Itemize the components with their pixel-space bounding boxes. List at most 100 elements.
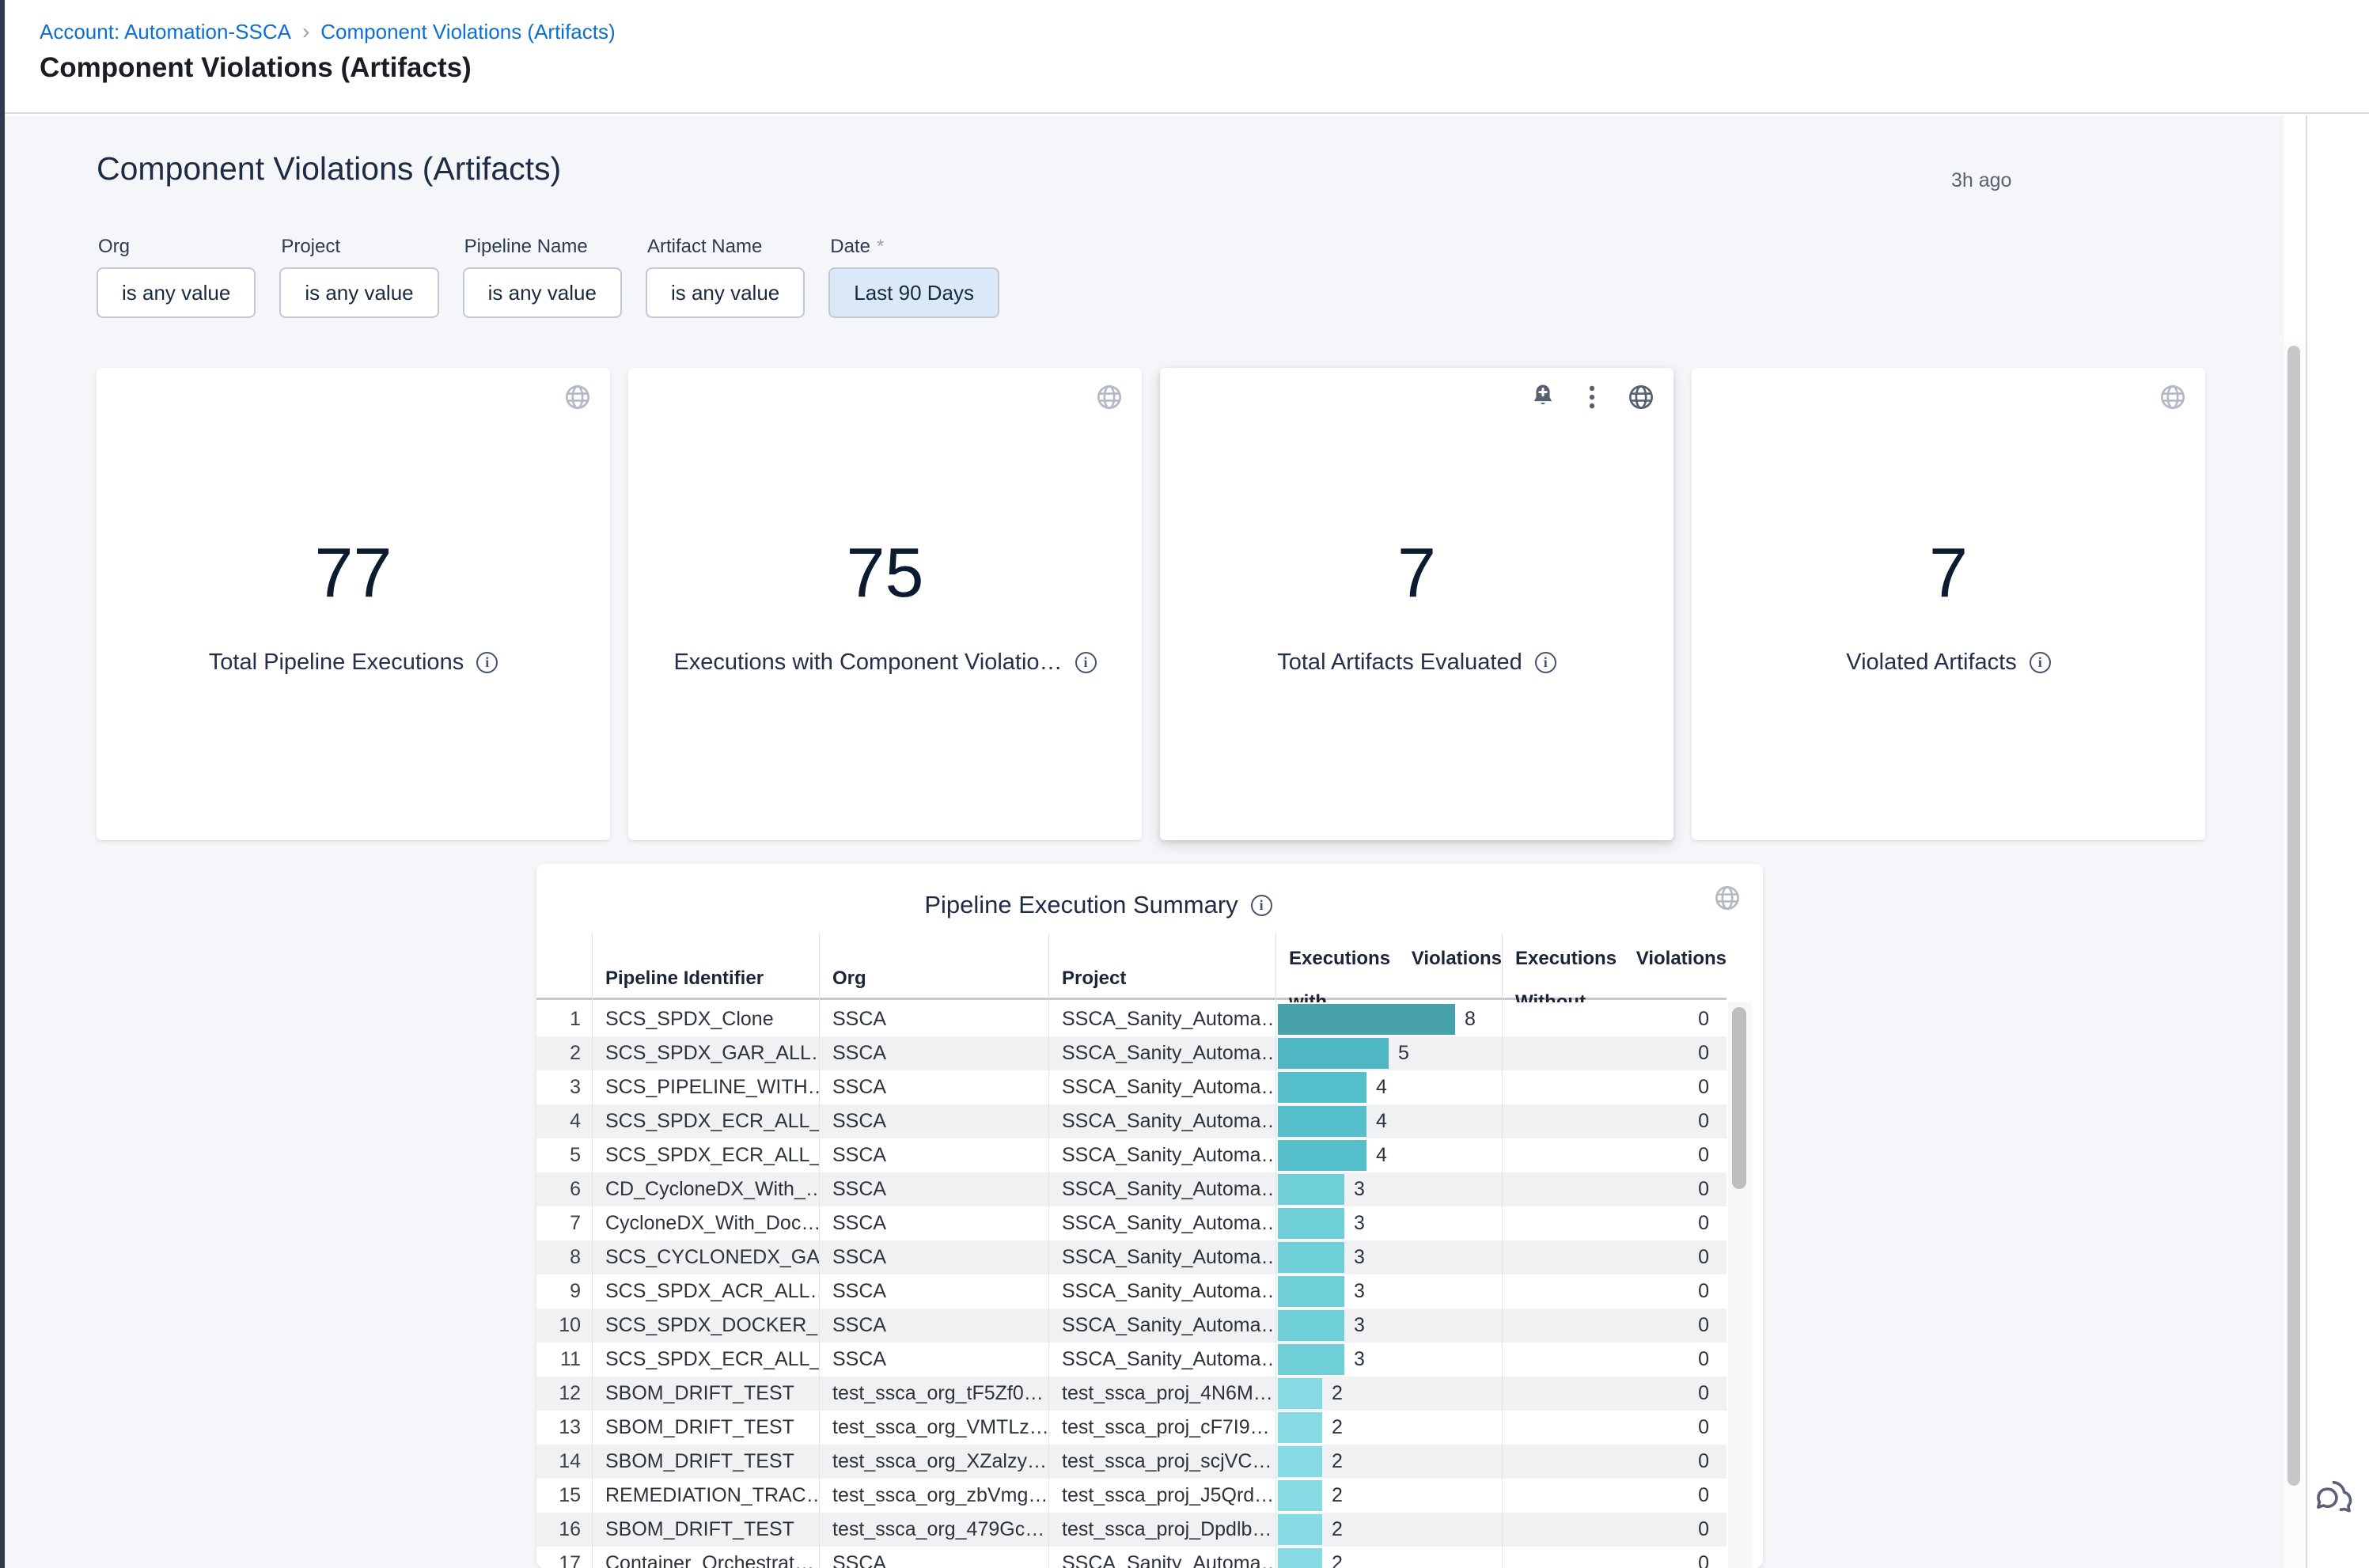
table-row[interactable]: 4SCS_SPDX_ECR_ALL_…SSCASSCA_Sanity_Autom… xyxy=(536,1104,1727,1138)
table-row[interactable]: 6CD_CycloneDX_With_…SSCASSCA_Sanity_Auto… xyxy=(536,1172,1727,1206)
cell-rank: 9 xyxy=(546,1274,592,1309)
table-scrollbar-thumb[interactable] xyxy=(1732,1007,1746,1189)
cell-pipeline-identifier: SCS_SPDX_ECR_ALL_… xyxy=(592,1138,819,1172)
filter-value-button[interactable]: is any value xyxy=(97,267,256,318)
violations-bar-value: 4 xyxy=(1376,1076,1387,1099)
cell-org: test_ssca_org_tF5Zf0… xyxy=(819,1377,1048,1411)
table-row[interactable]: 9SCS_SPDX_ACR_ALL…SSCASSCA_Sanity_Automa… xyxy=(536,1274,1727,1309)
cell-rank: 3 xyxy=(546,1070,592,1104)
breadcrumb-page-link[interactable]: Component Violations (Artifacts) xyxy=(320,20,615,44)
table-row[interactable]: 15REMEDIATION_TRAC…test_ssca_org_zbVmg…t… xyxy=(536,1479,1727,1513)
filter-label: Project xyxy=(281,236,438,258)
cell-executions-with-violations: 3 xyxy=(1275,1309,1502,1343)
filter-bar: Orgis any valueProjectis any valuePipeli… xyxy=(97,236,999,318)
cell-executions-without-violations: 0 xyxy=(1502,1445,1727,1479)
table-row[interactable]: 5SCS_SPDX_ECR_ALL_…SSCASSCA_Sanity_Autom… xyxy=(536,1138,1727,1172)
info-icon[interactable] xyxy=(1535,652,1556,673)
bell-plus-icon[interactable] xyxy=(1528,382,1558,412)
violations-bar-value: 8 xyxy=(1465,1008,1476,1031)
stat-tile: 7Violated Artifacts xyxy=(1692,368,2205,840)
kebab-icon[interactable] xyxy=(1577,382,1607,412)
globe-icon[interactable] xyxy=(1626,382,1656,412)
filter-value-button[interactable]: Last 90 Days xyxy=(828,267,999,318)
cell-project: SSCA_Sanity_Automa… xyxy=(1048,1002,1275,1036)
table-row[interactable]: 14SBOM_DRIFT_TESTtest_ssca_org_XZalzy…te… xyxy=(536,1445,1727,1479)
filter-pipeline-name: Pipeline Nameis any value xyxy=(463,236,622,318)
tile-label-row: Violated Artifacts xyxy=(1846,650,2050,676)
globe-icon[interactable] xyxy=(563,382,593,412)
cell-executions-with-violations: 4 xyxy=(1275,1070,1502,1104)
cell-org: SSCA xyxy=(819,1138,1048,1172)
cell-rank: 14 xyxy=(546,1445,592,1479)
cell-org: SSCA xyxy=(819,1309,1048,1343)
tile-corner-icons xyxy=(2158,382,2188,412)
tile-label: Total Artifacts Evaluated xyxy=(1277,650,1522,676)
table-row[interactable]: 8SCS_CYCLONEDX_GA…SSCASSCA_Sanity_Automa… xyxy=(536,1240,1727,1274)
filter-value-button[interactable]: is any value xyxy=(463,267,622,318)
cell-org: test_ssca_org_VMTLz… xyxy=(819,1411,1048,1445)
violations-bar-value: 5 xyxy=(1398,1042,1409,1065)
info-icon[interactable] xyxy=(1251,895,1272,916)
cell-project: test_ssca_proj_cF7I9… xyxy=(1048,1411,1275,1445)
cell-project: test_ssca_proj_4N6M… xyxy=(1048,1377,1275,1411)
dashboard-scrollbar-thumb[interactable] xyxy=(2288,346,2300,1486)
cell-project: test_ssca_proj_Dpdlb… xyxy=(1048,1513,1275,1547)
cell-project: test_ssca_proj_scjVC… xyxy=(1048,1445,1275,1479)
cell-project: SSCA_Sanity_Automa… xyxy=(1048,1104,1275,1138)
violations-bar-value: 3 xyxy=(1354,1348,1365,1371)
cell-project: SSCA_Sanity_Automa… xyxy=(1048,1240,1275,1274)
table-row[interactable]: 13SBOM_DRIFT_TESTtest_ssca_org_VMTLz…tes… xyxy=(536,1411,1727,1445)
violations-bar xyxy=(1278,1242,1344,1273)
table-row[interactable]: 7CycloneDX_With_Doc…SSCASSCA_Sanity_Auto… xyxy=(536,1206,1727,1240)
cell-project: SSCA_Sanity_Automa… xyxy=(1048,1036,1275,1070)
tile-label: Total Pipeline Executions xyxy=(209,650,464,676)
violations-bar xyxy=(1278,1446,1322,1477)
cell-pipeline-identifier: Container_Orchestrat… xyxy=(592,1547,819,1568)
violations-bar xyxy=(1278,1038,1389,1069)
table-row[interactable]: 11SCS_SPDX_ECR_ALL_…SSCASSCA_Sanity_Auto… xyxy=(536,1343,1727,1377)
cell-org: SSCA xyxy=(819,1036,1048,1070)
filter-value-button[interactable]: is any value xyxy=(279,267,438,318)
violations-bar xyxy=(1278,1276,1344,1307)
violations-bar xyxy=(1278,1480,1322,1511)
info-icon[interactable] xyxy=(476,652,498,673)
stat-tile: 77Total Pipeline Executions xyxy=(97,368,610,840)
table-row[interactable]: 17Container_Orchestrat…SSCASSCA_Sanity_A… xyxy=(536,1547,1727,1568)
chat-launcher-button[interactable] xyxy=(2314,1475,2356,1517)
table-header-row: Pipeline IdentifierOrgProjectExecutions … xyxy=(536,934,1727,1000)
table-row[interactable]: 3SCS_PIPELINE_WITH…SSCASSCA_Sanity_Autom… xyxy=(536,1070,1727,1104)
cell-project: SSCA_Sanity_Automa… xyxy=(1048,1172,1275,1206)
table-row[interactable]: 1SCS_SPDX_CloneSSCASSCA_Sanity_Automa…80 xyxy=(536,1002,1727,1036)
globe-icon[interactable] xyxy=(1094,382,1124,412)
cell-project: test_ssca_proj_J5Qrd… xyxy=(1048,1479,1275,1513)
cell-pipeline-identifier: CycloneDX_With_Doc… xyxy=(592,1206,819,1240)
globe-icon[interactable] xyxy=(2158,382,2188,412)
info-icon[interactable] xyxy=(2030,652,2051,673)
breadcrumb-account-link[interactable]: Account: Automation-SSCA xyxy=(40,20,291,44)
violations-bar-value: 2 xyxy=(1332,1416,1343,1439)
cell-executions-with-violations: 5 xyxy=(1275,1036,1502,1070)
table-body: 1SCS_SPDX_CloneSSCASSCA_Sanity_Automa…80… xyxy=(536,1002,1727,1568)
violations-bar-value: 2 xyxy=(1332,1382,1343,1405)
cell-executions-without-violations: 0 xyxy=(1502,1002,1727,1036)
cell-executions-with-violations: 2 xyxy=(1275,1513,1502,1547)
globe-icon[interactable] xyxy=(1712,883,1742,913)
table-row[interactable]: 2SCS_SPDX_GAR_ALL…SSCASSCA_Sanity_Automa… xyxy=(536,1036,1727,1070)
cell-org: SSCA xyxy=(819,1240,1048,1274)
filter-label: Org xyxy=(98,236,256,258)
table-row[interactable]: 10SCS_SPDX_DOCKER_…SSCASSCA_Sanity_Autom… xyxy=(536,1309,1727,1343)
cell-rank: 11 xyxy=(546,1343,592,1377)
dashboard-controls: 3h ago xyxy=(1951,158,2076,203)
cell-executions-with-violations: 3 xyxy=(1275,1172,1502,1206)
cell-pipeline-identifier: SCS_PIPELINE_WITH… xyxy=(592,1070,819,1104)
violations-bar-value: 2 xyxy=(1332,1450,1343,1473)
tile-label: Violated Artifacts xyxy=(1846,650,2016,676)
filter-label: Date* xyxy=(830,236,999,258)
table-row[interactable]: 12SBOM_DRIFT_TESTtest_ssca_org_tF5Zf0…te… xyxy=(536,1377,1727,1411)
cell-executions-with-violations: 4 xyxy=(1275,1138,1502,1172)
cell-pipeline-identifier: SBOM_DRIFT_TEST xyxy=(592,1377,819,1411)
filter-value-button[interactable]: is any value xyxy=(646,267,805,318)
last-refreshed-label: 3h ago xyxy=(1951,169,2011,192)
info-icon[interactable] xyxy=(1075,652,1097,673)
table-row[interactable]: 16SBOM_DRIFT_TESTtest_ssca_org_479Gc…tes… xyxy=(536,1513,1727,1547)
